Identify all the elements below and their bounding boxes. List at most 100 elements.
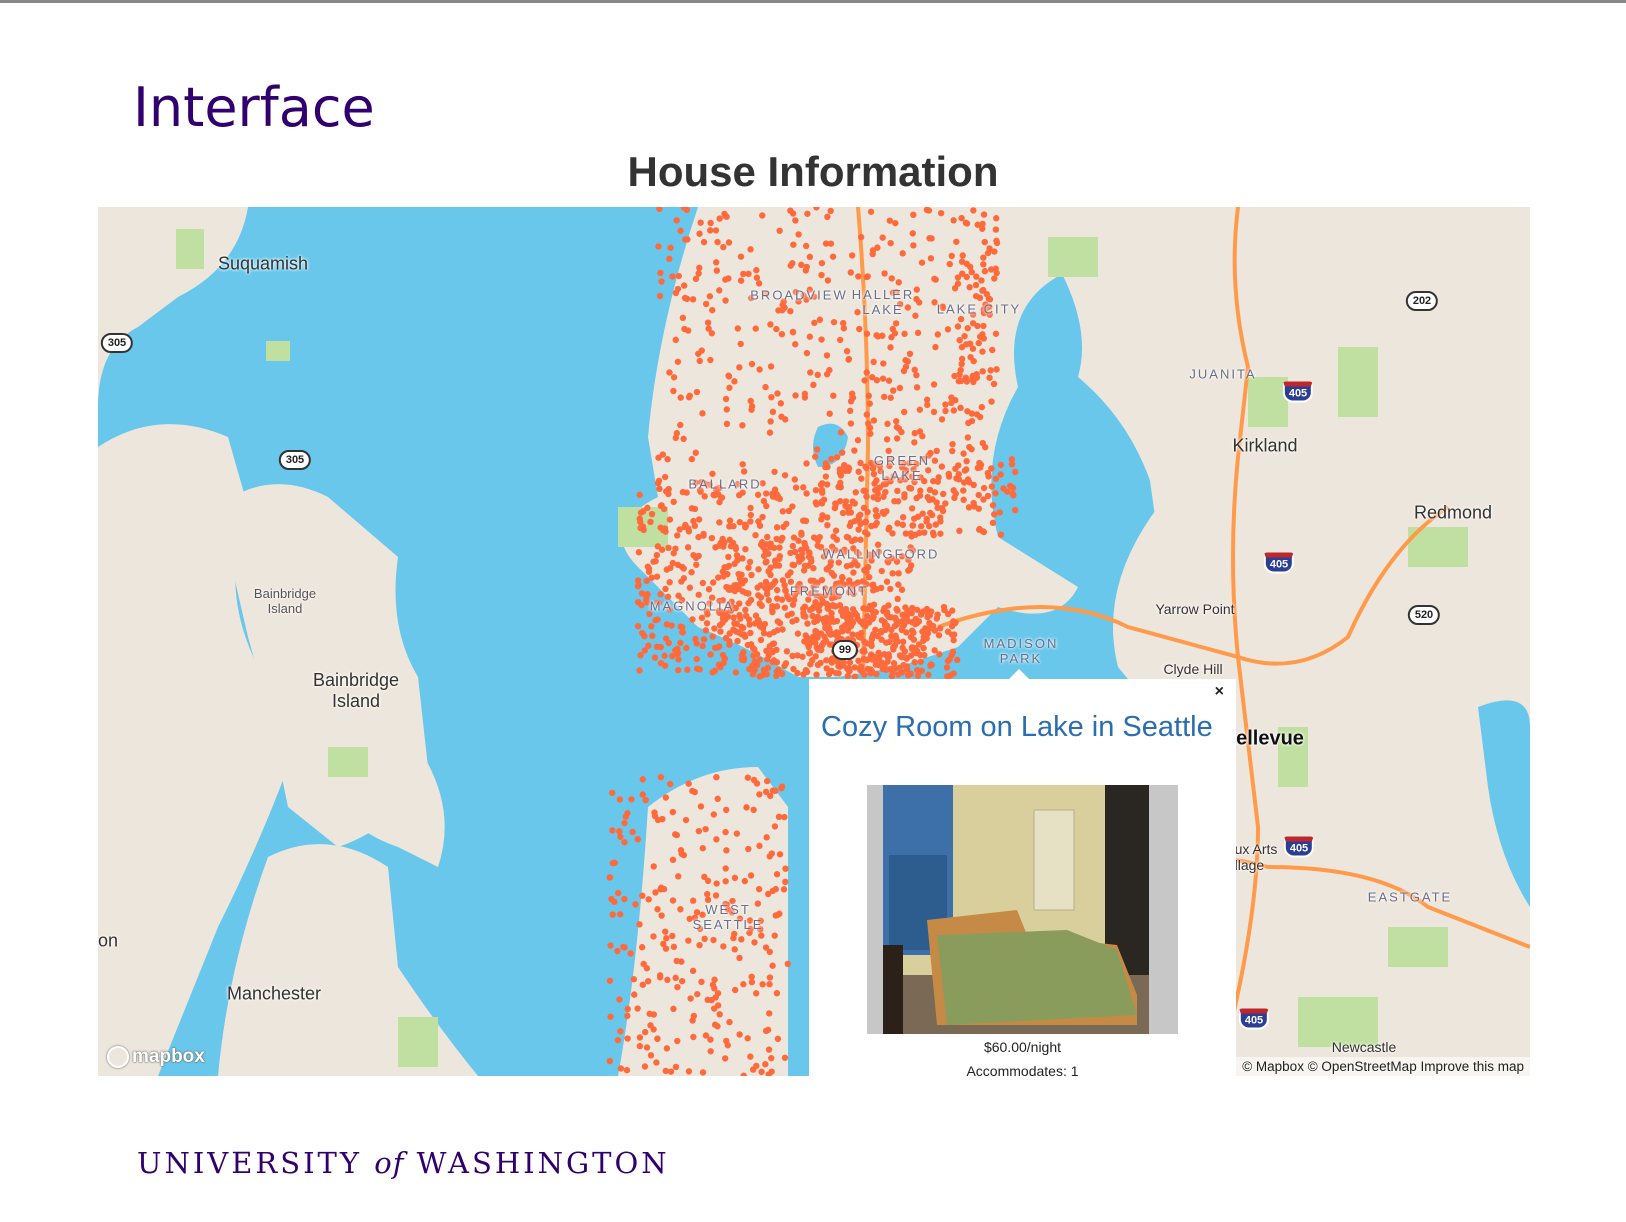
listing-dot[interactable] [758, 602, 765, 610]
listing-dot[interactable] [861, 519, 869, 526]
listing-dot[interactable] [810, 381, 817, 389]
listing-dot[interactable] [677, 847, 685, 854]
listing-dot[interactable] [970, 357, 977, 365]
listing-dot[interactable] [930, 408, 938, 416]
listing-dot[interactable] [653, 1059, 660, 1066]
listing-dot[interactable] [623, 1066, 631, 1074]
listing-dot[interactable] [637, 652, 644, 659]
listing-dot[interactable] [888, 626, 895, 634]
listing-dot[interactable] [668, 622, 675, 629]
listing-dot[interactable] [673, 217, 680, 224]
listing-dot[interactable] [906, 350, 914, 358]
listing-dot[interactable] [744, 1035, 751, 1042]
listing-dot[interactable] [737, 340, 744, 348]
listing-dot[interactable] [704, 319, 712, 326]
listing-dot[interactable] [920, 644, 927, 652]
listing-dot[interactable] [824, 514, 831, 521]
listing-dot[interactable] [782, 865, 789, 872]
listing-dot[interactable] [739, 422, 746, 429]
listing-dot[interactable] [731, 378, 738, 385]
listing-dot[interactable] [855, 273, 862, 280]
listing-dot[interactable] [753, 1062, 760, 1070]
listing-dot[interactable] [660, 505, 668, 513]
listing-dot[interactable] [949, 631, 956, 638]
listing-dot[interactable] [714, 491, 722, 498]
listing-dot[interactable] [669, 808, 677, 816]
listing-dot[interactable] [823, 352, 831, 359]
listing-dot[interactable] [784, 612, 791, 619]
listing-dot[interactable] [736, 364, 743, 371]
listing-dot[interactable] [878, 567, 886, 575]
listing-dot[interactable] [911, 439, 918, 446]
listing-dot[interactable] [833, 617, 841, 625]
listing-dot[interactable] [767, 571, 774, 579]
listing-dot[interactable] [900, 367, 908, 375]
listing-dot[interactable] [746, 558, 754, 566]
listing-dot[interactable] [741, 521, 749, 528]
listing-dot[interactable] [885, 377, 893, 384]
listing-dot[interactable] [937, 625, 944, 632]
listing-dot[interactable] [748, 978, 756, 986]
listing-dot[interactable] [804, 620, 811, 627]
listing-dot[interactable] [813, 671, 820, 678]
listing-dot[interactable] [636, 491, 643, 499]
listing-dot[interactable] [636, 1042, 644, 1050]
listing-dot[interactable] [812, 653, 819, 660]
listing-dot[interactable] [651, 812, 659, 820]
listing-dot[interactable] [811, 319, 818, 327]
listing-dot[interactable] [798, 531, 805, 538]
listing-dot[interactable] [965, 504, 973, 511]
listing-dot[interactable] [732, 669, 740, 676]
listing-dot[interactable] [980, 211, 988, 218]
listing-dot[interactable] [953, 238, 960, 245]
listing-dot[interactable] [741, 577, 749, 584]
listing-dot[interactable] [712, 892, 720, 899]
listing-dot[interactable] [979, 287, 986, 294]
listing-dot[interactable] [767, 363, 775, 370]
listing-dot[interactable] [714, 238, 721, 246]
listing-dot[interactable] [886, 217, 893, 224]
listing-dot[interactable] [616, 796, 624, 803]
listing-dot[interactable] [674, 358, 682, 365]
listing-dot[interactable] [830, 630, 837, 638]
listing-dot[interactable] [841, 610, 849, 617]
listing-dot[interactable] [655, 243, 662, 250]
listing-dot[interactable] [691, 522, 699, 530]
listing-dot[interactable] [685, 780, 692, 787]
listing-dot[interactable] [630, 976, 638, 983]
listing-dot[interactable] [802, 267, 809, 274]
listing-dot[interactable] [656, 485, 663, 493]
listing-dot[interactable] [927, 661, 935, 668]
listing-dot[interactable] [775, 307, 782, 314]
listing-dot[interactable] [918, 523, 925, 530]
listing-dot[interactable] [904, 608, 911, 616]
listing-dot[interactable] [688, 505, 696, 512]
listing-dot[interactable] [772, 562, 779, 569]
listing-dot[interactable] [726, 523, 733, 530]
listing-dot[interactable] [963, 378, 970, 385]
listing-dot[interactable] [665, 544, 672, 552]
listing-dot[interactable] [672, 336, 679, 344]
listing-dot[interactable] [886, 638, 893, 646]
listing-dot[interactable] [695, 591, 702, 598]
listing-dot[interactable] [713, 267, 721, 274]
listing-dot[interactable] [621, 838, 628, 846]
listing-dot[interactable] [704, 890, 711, 898]
listing-dot[interactable] [652, 889, 659, 896]
listing-dot[interactable] [614, 947, 621, 955]
listing-dot[interactable] [846, 522, 854, 530]
listing-dot[interactable] [872, 512, 880, 520]
listing-dot[interactable] [991, 511, 998, 518]
listing-dot[interactable] [773, 586, 781, 594]
listing-dot[interactable] [863, 411, 871, 418]
listing-dot[interactable] [870, 358, 877, 366]
listing-dot[interactable] [744, 774, 752, 781]
listing-dot[interactable] [992, 475, 1000, 483]
listing-dot[interactable] [945, 470, 952, 478]
listing-dot[interactable] [716, 643, 723, 650]
listing-dot[interactable] [722, 878, 729, 885]
listing-dot[interactable] [839, 574, 846, 582]
listing-dot[interactable] [723, 406, 730, 413]
listing-dot[interactable] [752, 531, 759, 539]
listing-dot[interactable] [680, 435, 687, 443]
